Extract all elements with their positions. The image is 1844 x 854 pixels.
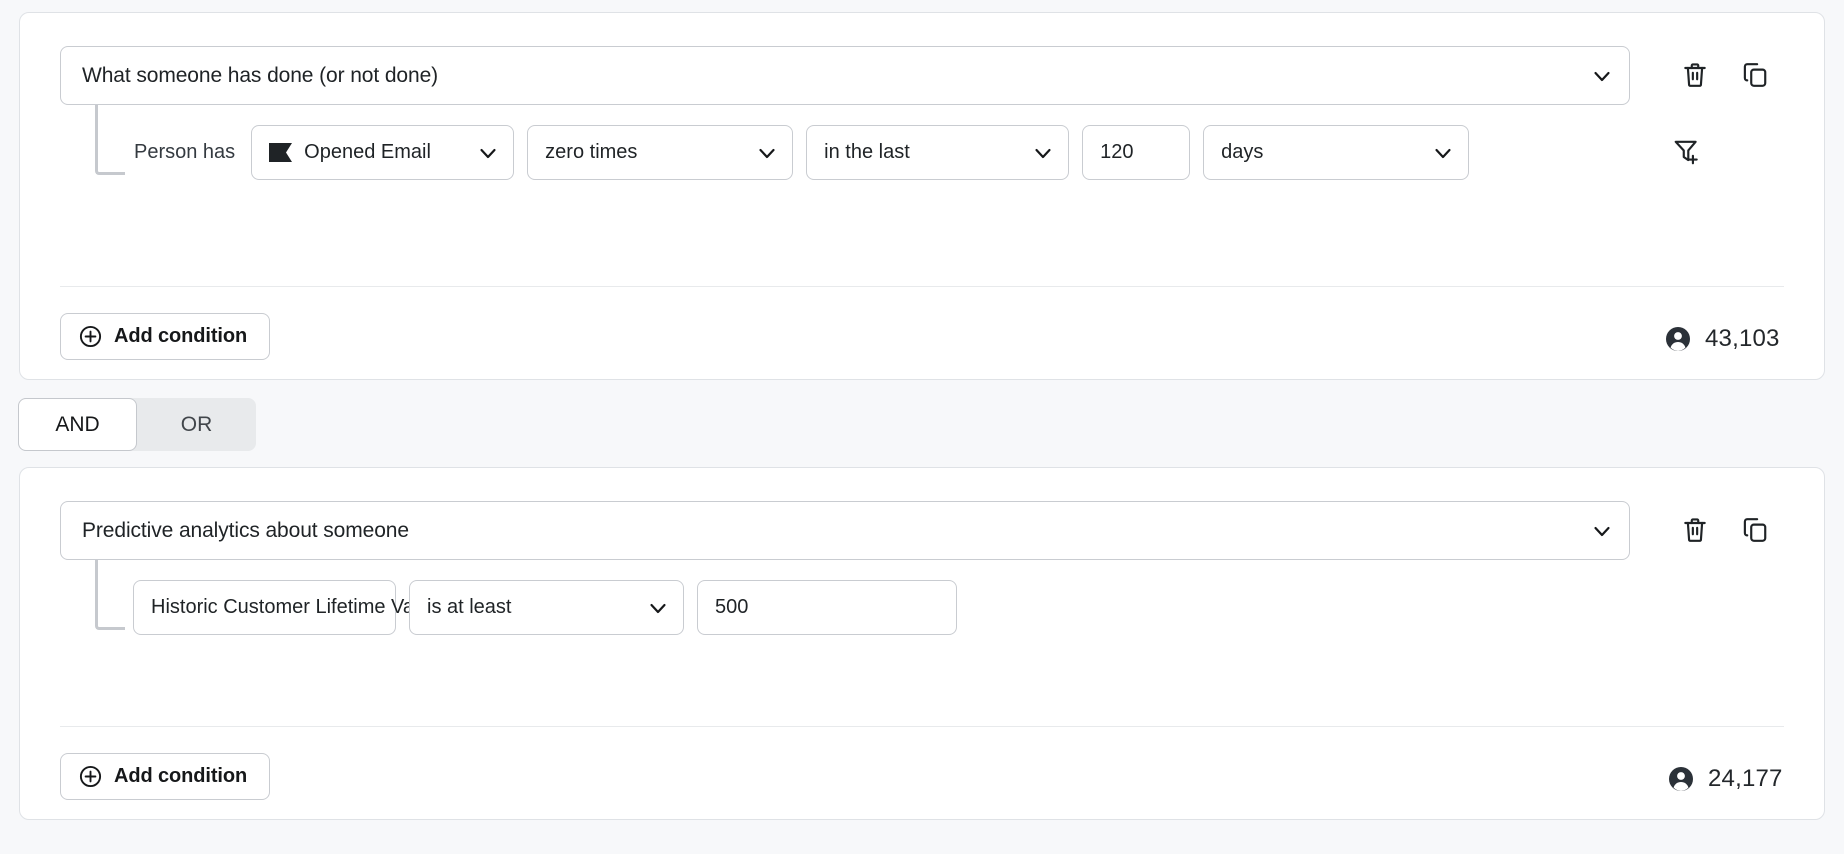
operator-value: is at least [427, 596, 639, 619]
tree-connector-2 [95, 560, 125, 630]
chevron-down-icon [1032, 142, 1054, 164]
group-divider-2 [60, 726, 1784, 727]
logic-toggle[interactable]: AND OR [18, 398, 256, 451]
frequency-select[interactable]: zero times [527, 125, 793, 180]
chevron-down-icon [1591, 520, 1613, 542]
logic-toggle-and[interactable]: AND [18, 398, 137, 451]
condition-prefix-label: Person has [134, 141, 235, 164]
plus-circle-icon [79, 765, 102, 788]
event-value: Opened Email [304, 141, 469, 164]
timeframe-amount-input[interactable]: 120 [1082, 125, 1190, 180]
attribute-value: Historic Customer Lifetime Value [151, 596, 441, 619]
plus-circle-icon [79, 325, 102, 348]
chevron-down-icon [1432, 142, 1454, 164]
delete-group-button[interactable] [1678, 513, 1712, 547]
audience-count-1: 43,103 [1665, 325, 1780, 353]
condition-type-select-2[interactable]: Predictive analytics about someone [60, 501, 1630, 560]
condition-type-label-2: Predictive analytics about someone [82, 519, 1583, 543]
condition-group-2: Predictive analytics about someone Histo… [19, 467, 1825, 820]
condition-group-1: What someone has done (or not done) Pers… [19, 12, 1825, 380]
add-condition-button-1[interactable]: Add condition [60, 313, 270, 360]
threshold-value: 500 [715, 596, 939, 619]
threshold-input[interactable]: 500 [697, 580, 957, 635]
audience-count-value-2: 24,177 [1708, 765, 1783, 793]
duplicate-group-button[interactable] [1738, 58, 1772, 92]
add-condition-button-2[interactable]: Add condition [60, 753, 270, 800]
chevron-down-icon [477, 142, 499, 164]
operator-select[interactable]: is at least [409, 580, 684, 635]
timeframe-unit-select[interactable]: days [1203, 125, 1469, 180]
timeframe-amount-value: 120 [1100, 141, 1172, 164]
add-condition-label-1: Add condition [114, 325, 247, 348]
chevron-down-icon [756, 142, 778, 164]
person-icon [1665, 326, 1691, 352]
chevron-down-icon [647, 597, 669, 619]
add-condition-label-2: Add condition [114, 765, 247, 788]
event-select[interactable]: Opened Email [251, 125, 514, 180]
frequency-value: zero times [545, 141, 748, 164]
timeframe-value: in the last [824, 141, 1024, 164]
timeframe-unit-value: days [1221, 141, 1424, 164]
audience-count-2: 24,177 [1668, 765, 1783, 793]
logic-toggle-or[interactable]: OR [137, 398, 256, 451]
person-icon [1668, 766, 1694, 792]
condition-row-2: Historic Customer Lifetime Value is at l… [133, 580, 957, 635]
duplicate-group-button[interactable] [1738, 513, 1772, 547]
timeframe-select[interactable]: in the last [806, 125, 1069, 180]
chevron-down-icon [1591, 65, 1613, 87]
flag-icon [269, 143, 292, 162]
group-divider-1 [60, 286, 1784, 287]
tree-connector-1 [95, 105, 125, 175]
condition-row-1: Person has Opened Email zero times [134, 125, 1469, 180]
condition-type-select-1[interactable]: What someone has done (or not done) [60, 46, 1630, 105]
delete-group-button[interactable] [1678, 58, 1712, 92]
condition-type-label-1: What someone has done (or not done) [82, 64, 1583, 88]
audience-count-value-1: 43,103 [1705, 325, 1780, 353]
add-filter-button[interactable] [1670, 135, 1704, 169]
attribute-select[interactable]: Historic Customer Lifetime Value [133, 580, 396, 635]
segment-builder: What someone has done (or not done) Pers… [0, 0, 1844, 854]
